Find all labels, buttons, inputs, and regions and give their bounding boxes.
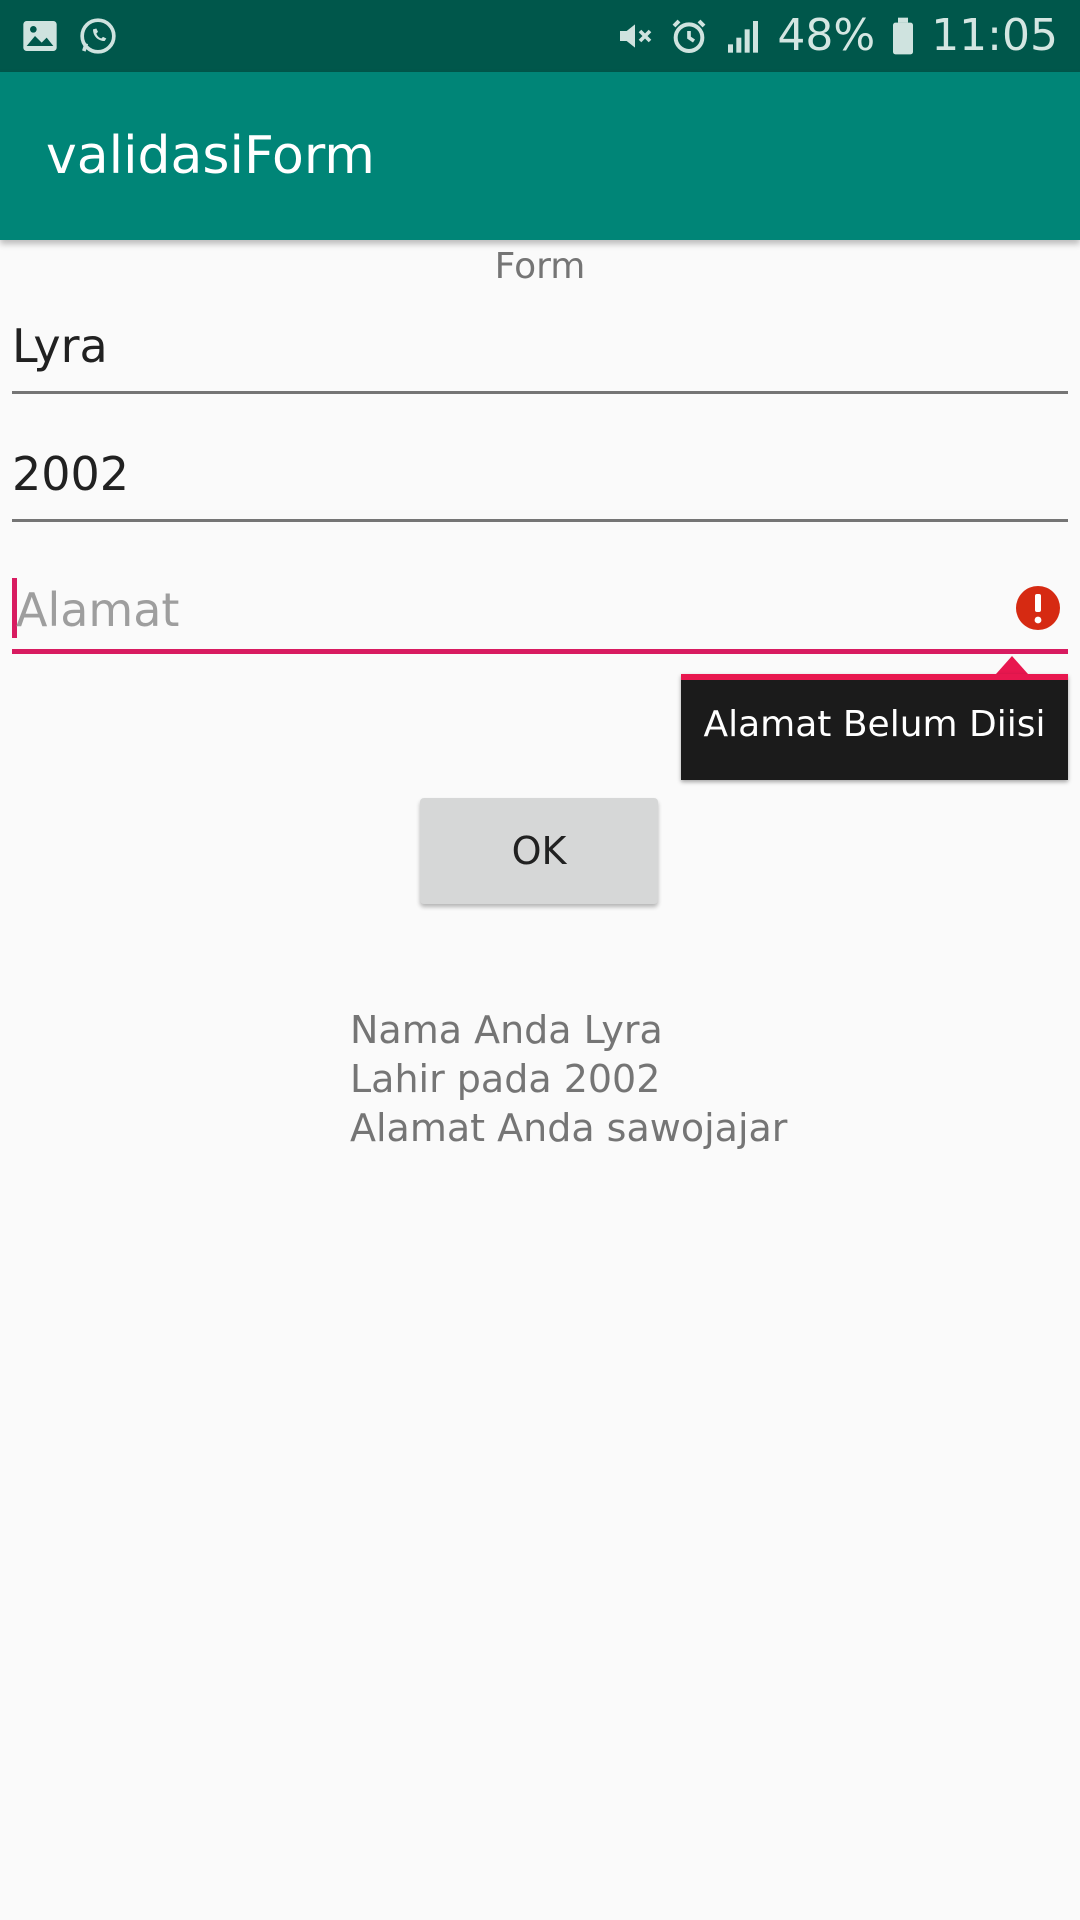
image-icon	[20, 16, 60, 56]
signal-icon	[723, 16, 763, 56]
status-bar-notifications	[20, 14, 118, 58]
tahun-lahir-input[interactable]: 2002	[12, 440, 1068, 522]
result-line-nama: Nama Anda Lyra	[350, 1008, 663, 1052]
mute-icon	[615, 16, 655, 56]
app-title: validasiForm	[46, 126, 375, 186]
result-line-alamat: Alamat Anda sawojajar	[350, 1106, 788, 1150]
ok-button-label: OK	[511, 829, 567, 873]
error-popup: Alamat Belum Diisi	[681, 674, 1068, 780]
error-popup-arrow	[996, 656, 1028, 674]
app-bar: validasiForm	[0, 72, 1080, 240]
error-message: Alamat Belum Diisi	[703, 704, 1046, 745]
alamat-input[interactable]: Alamat	[12, 568, 1068, 654]
battery-icon	[889, 16, 917, 56]
alamat-input-underline	[12, 649, 1068, 654]
tahun-lahir-input-value: 2002	[12, 447, 130, 501]
result-line-lahir: Lahir pada 2002	[350, 1057, 661, 1101]
whatsapp-icon	[78, 16, 118, 56]
battery-percent: 48%	[777, 10, 876, 61]
nama-input[interactable]: Lyra	[12, 312, 1068, 394]
tahun-lahir-input-underline	[12, 519, 1068, 522]
nama-input-value: Lyra	[12, 319, 108, 373]
error-icon	[1014, 584, 1062, 632]
alamat-input-placeholder: Alamat	[16, 583, 180, 637]
result-text: Nama Anda Lyra Lahir pada 2002 Alamat An…	[350, 1006, 787, 1153]
status-bar-system: 48% 11:05	[615, 10, 1058, 62]
status-bar: 48% 11:05	[0, 0, 1080, 72]
ok-button[interactable]: OK	[420, 798, 658, 904]
clock: 11:05	[931, 10, 1058, 61]
form-heading: Form	[494, 246, 586, 287]
nama-input-underline	[12, 391, 1068, 394]
alarm-icon	[669, 16, 709, 56]
